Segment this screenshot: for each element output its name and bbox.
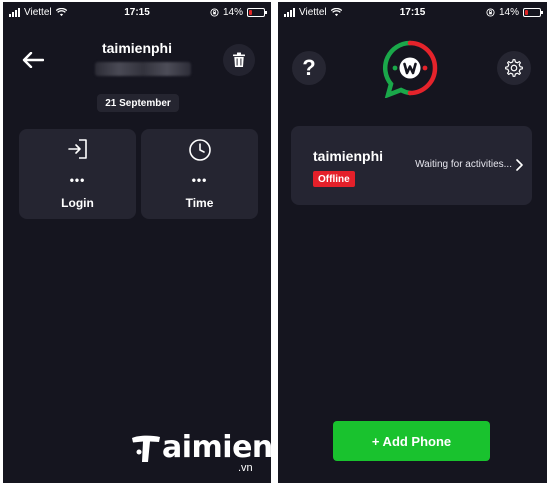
right-screen: Viettel 17:15 14% ? taimienphi Offline W…: [278, 2, 547, 483]
add-phone-button[interactable]: + Add Phone: [333, 421, 490, 461]
back-button[interactable]: [19, 48, 47, 72]
screen-divider: [271, 0, 278, 485]
delete-button[interactable]: [223, 44, 255, 76]
status-bar: Viettel 17:15 14%: [3, 2, 271, 24]
watermark-t-logo: [130, 432, 162, 464]
gear-icon: [505, 59, 523, 77]
help-button[interactable]: ?: [292, 51, 326, 85]
login-icon: [67, 139, 87, 159]
orientation-lock-icon: [486, 8, 495, 17]
blurred-subtitle: [95, 62, 191, 76]
orientation-lock-icon: [210, 8, 219, 17]
login-value: •••: [69, 173, 86, 187]
left-screen: Viettel 17:15 14% taimienphi 21 Septembe…: [3, 2, 271, 483]
status-badge: Offline: [313, 171, 355, 187]
clock-icon: [188, 139, 211, 161]
watermark-brand: aimienphi: [162, 430, 271, 465]
chevron-right-icon: [516, 159, 523, 171]
battery-percent: 14%: [498, 7, 519, 18]
watermark: aimienphi .vn: [130, 430, 271, 474]
page-title: taimienphi: [101, 40, 172, 56]
device-name: taimienphi: [313, 148, 384, 164]
battery-icon: [523, 8, 543, 17]
status-bar: Viettel 17:15 14%: [278, 2, 547, 24]
app-logo-icon: [382, 40, 438, 98]
time-value: •••: [191, 173, 208, 187]
activity-status: Waiting for activities...: [415, 159, 512, 170]
battery-percent: 14%: [222, 7, 243, 18]
login-label: Login: [61, 196, 94, 210]
settings-button[interactable]: [497, 51, 531, 85]
time-tile[interactable]: ••• Time: [141, 129, 258, 219]
device-card[interactable]: taimienphi Offline Waiting for activitie…: [291, 126, 532, 205]
login-tile[interactable]: ••• Login: [19, 129, 136, 219]
trash-icon: [233, 52, 245, 67]
battery-icon: [247, 8, 267, 17]
date-chip: 21 September: [97, 94, 179, 112]
watermark-suffix: .vn: [238, 462, 253, 474]
help-icon: ?: [302, 55, 316, 80]
arrow-left-icon: [22, 52, 44, 68]
time-label: Time: [185, 196, 214, 210]
